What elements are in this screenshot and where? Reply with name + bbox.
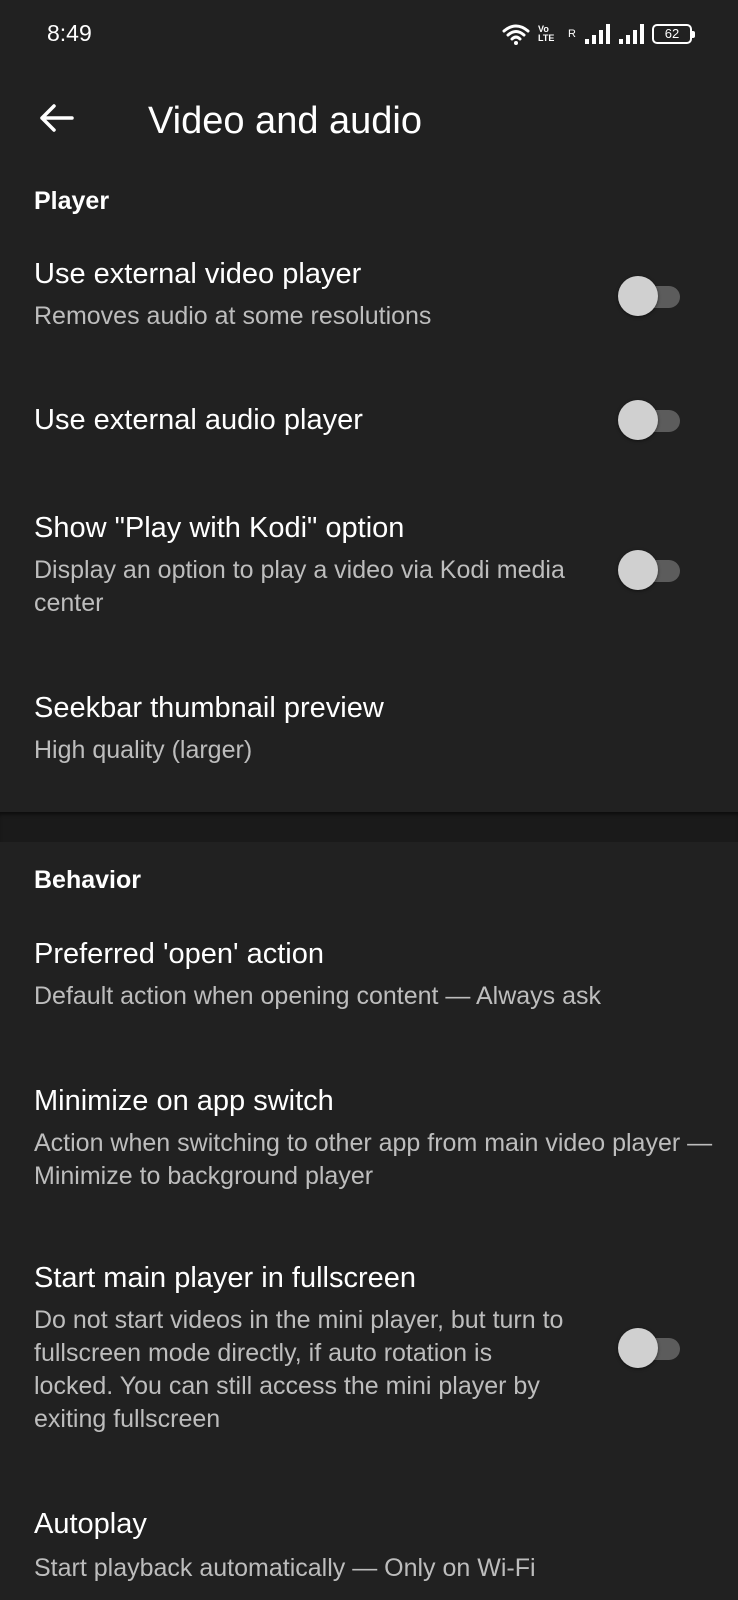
wifi-icon [502,24,530,45]
pref-summary: Start playback automatically — Only on W… [34,1554,536,1582]
pref-title: Preferred 'open' action [34,938,324,970]
pref-summary: Do not start videos in the mini player, … [34,1306,564,1433]
pref-summary: Display an option to play a video via Ko… [34,556,565,617]
arrow-left-icon [40,104,74,132]
section-header-behavior: Behavior [34,866,141,894]
pref-title: Use external video player [34,258,362,290]
pref-title: Show "Play with Kodi" option [34,512,405,544]
pref-title: Autoplay [34,1508,147,1540]
status-icons: Vo LTE R 62 [502,20,695,48]
app-bar: Video and audio [0,68,738,180]
pref-use-external-audio-player[interactable]: Use external audio player [0,400,738,464]
section-divider [0,812,738,842]
pref-preferred-open-action[interactable]: Preferred 'open' action Default action w… [0,938,738,1028]
pref-summary: High quality (larger) [34,736,253,764]
external-audio-player-switch[interactable] [618,400,682,440]
pref-summary: Default action when opening content — Al… [34,982,602,1010]
pref-title: Seekbar thumbnail preview [34,692,384,724]
pref-show-play-with-kodi[interactable]: Show "Play with Kodi" option Display an … [0,512,738,630]
switch-thumb [618,550,658,590]
signal-icon-sim2 [619,24,644,44]
switch-thumb [618,400,658,440]
pref-title: Start main player in fullscreen [34,1262,416,1294]
switch-thumb [618,1328,658,1368]
signal-icon-sim1 [585,24,610,44]
pref-use-external-video-player[interactable]: Use external video player Removes audio … [0,258,738,348]
status-bar: 8:49 Vo LTE R 62 [0,0,738,68]
pref-autoplay[interactable]: Autoplay Start playback automatically — … [0,1508,738,1600]
section-header-player: Player [34,187,110,215]
roaming-indicator: R [568,28,576,40]
battery-icon: 62 [652,24,695,44]
external-video-player-switch[interactable] [618,276,682,316]
pref-summary: Removes audio at some resolutions [34,302,432,330]
pref-title: Minimize on app switch [34,1085,334,1117]
pref-minimize-on-app-switch[interactable]: Minimize on app switch Action when switc… [0,1085,738,1205]
pref-seekbar-thumbnail-preview[interactable]: Seekbar thumbnail preview High quality (… [0,692,738,782]
pref-title: Use external audio player [34,404,363,436]
play-with-kodi-switch[interactable] [618,550,682,590]
switch-thumb [618,276,658,316]
back-button[interactable] [28,90,84,146]
start-fullscreen-switch[interactable] [618,1328,682,1368]
pref-summary: Action when switching to other app from … [34,1129,713,1190]
pref-start-main-player-fullscreen[interactable]: Start main player in fullscreen Do not s… [0,1262,738,1452]
page-title: Video and audio [148,100,422,142]
volte-indicator: Vo LTE [538,24,555,43]
status-time: 8:49 [47,20,92,46]
